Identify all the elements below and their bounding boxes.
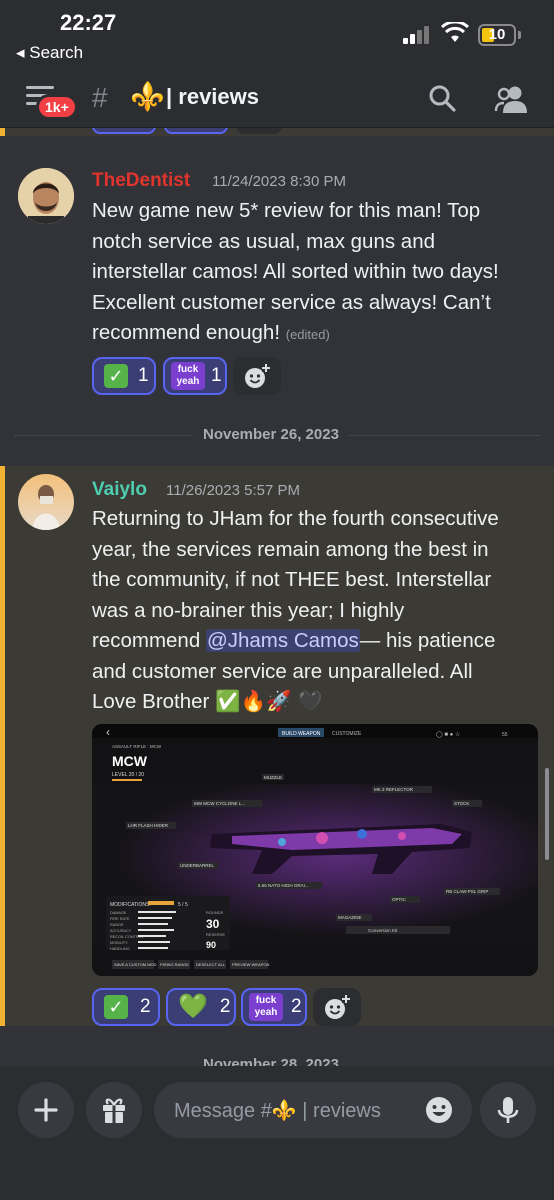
weapon-screenshot: ‹ BUILD WEAPON CUSTOMIZE ASSAULT RIFLE :… <box>92 724 538 976</box>
battery-level: 10 <box>488 26 506 43</box>
svg-text:DESELECT ALL: DESELECT ALL <box>196 962 226 967</box>
message-text: New game new 5* review for this man! Top… <box>92 199 499 344</box>
add-reaction-button[interactable] <box>233 357 281 395</box>
user-photo <box>18 168 74 224</box>
unread-badge: 1k+ <box>36 94 78 120</box>
svg-text:Conversion Kit: Conversion Kit <box>368 928 398 933</box>
avatar[interactable] <box>18 168 74 224</box>
clock: 22:27 <box>60 10 117 35</box>
gift-button[interactable] <box>86 1082 142 1138</box>
check-emoji: ✓ <box>104 364 128 388</box>
weapon-name: MCW <box>112 753 148 769</box>
message-input[interactable]: Message #⚜️ | reviews <box>154 1082 472 1138</box>
voice-message-button[interactable] <box>480 1082 536 1138</box>
wifi-icon <box>441 22 469 42</box>
search-icon[interactable] <box>428 84 456 112</box>
add-reaction-icon <box>245 364 270 388</box>
fleur-de-lis-emoji: ⚜️ <box>130 81 165 112</box>
reaction-check[interactable]: ✓ 1 <box>92 357 156 395</box>
svg-text:RB CLAW-PSL GRIP: RB CLAW-PSL GRIP <box>446 889 488 894</box>
green-heart-emoji: 💚 <box>178 993 208 1020</box>
svg-text:55: 55 <box>502 732 508 738</box>
svg-text:ACCURACY: ACCURACY <box>110 929 132 933</box>
image-attachment[interactable]: ‹ BUILD WEAPON CUSTOMIZE ASSAULT RIFLE :… <box>92 724 538 976</box>
svg-text:MW MCW CYCLONE L...: MW MCW CYCLONE L... <box>194 801 245 806</box>
svg-text:CUSTOMIZE: CUSTOMIZE <box>332 731 362 737</box>
username[interactable]: Vaiylo <box>92 479 147 501</box>
reaction-check[interactable]: ✓ 2 <box>92 988 160 1026</box>
user-photo <box>18 474 74 530</box>
add-reaction-icon <box>325 995 350 1019</box>
edited-tag: (edited) <box>285 327 330 342</box>
svg-text:LEVEL 20 / 20: LEVEL 20 / 20 <box>112 772 144 778</box>
channel-title[interactable]: | reviews <box>166 84 259 110</box>
scrollbar[interactable] <box>545 768 549 860</box>
svg-text:UNDERBARREL: UNDERBARREL <box>180 863 215 868</box>
svg-text:RESERVE: RESERVE <box>206 932 225 937</box>
timestamp: 11/26/2023 5:57 PM <box>166 482 300 499</box>
message-list[interactable]: TheDentist 11/24/2023 8:30 PM New game n… <box>0 128 554 1066</box>
user-mention[interactable]: @Jhams Camos <box>205 629 360 652</box>
avatar[interactable] <box>18 474 74 530</box>
svg-text:◯ ■ ● ☆: ◯ ■ ● ☆ <box>436 731 460 738</box>
emoji-picker-icon[interactable] <box>424 1095 454 1125</box>
svg-text:MUZZLE: MUZZLE <box>264 775 282 780</box>
svg-text:MK.3 REFLECTOR: MK.3 REFLECTOR <box>374 787 414 792</box>
check-emoji: ✓ <box>104 995 128 1019</box>
svg-text:ROUNDS: ROUNDS <box>206 910 224 915</box>
add-reaction-button[interactable] <box>313 988 361 1026</box>
plus-icon <box>34 1098 58 1122</box>
message-composer: Message #⚜️ | reviews <box>0 1066 554 1200</box>
gift-icon <box>103 1098 125 1123</box>
custom-emoji: fuck yeah <box>249 993 283 1021</box>
svg-text:STOCK: STOCK <box>454 801 469 806</box>
battery-icon: 10 <box>478 24 516 46</box>
custom-emoji: fuck yeah <box>171 362 205 390</box>
reaction-green-heart[interactable]: 💚 2 <box>166 988 236 1026</box>
svg-text:5.56 NATO HIGH GRAI...: 5.56 NATO HIGH GRAI... <box>258 883 309 888</box>
channel-header: 1k+ # ⚜️ | reviews <box>0 70 554 128</box>
reaction-custom[interactable]: fuck yeah 2 <box>241 988 307 1026</box>
svg-text:FIRING RANGE: FIRING RANGE <box>160 962 189 967</box>
svg-text:ASSAULT RIFLE : MCW: ASSAULT RIFLE : MCW <box>112 744 162 749</box>
svg-text:‹: ‹ <box>106 725 110 739</box>
svg-text:MODIFICATIONS:: MODIFICATIONS: <box>110 902 151 908</box>
svg-text:RANGE: RANGE <box>110 923 124 927</box>
status-bar: 22:27 ◂ Search 10 <box>0 0 554 70</box>
svg-text:5 / 5: 5 / 5 <box>178 902 188 908</box>
svg-text:DAMAGE: DAMAGE <box>110 911 127 915</box>
svg-text:OPTIC: OPTIC <box>392 897 407 902</box>
username[interactable]: TheDentist <box>92 170 190 192</box>
microphone-icon <box>497 1097 519 1123</box>
svg-text:SAVE A CUSTOM MOD: SAVE A CUSTOM MOD <box>114 962 157 967</box>
svg-text:30: 30 <box>206 917 220 931</box>
back-to-search-link[interactable]: ◂ Search <box>16 43 83 63</box>
svg-text:HANDLING: HANDLING <box>110 947 130 951</box>
timestamp: 11/24/2023 8:30 PM <box>212 173 346 190</box>
svg-text:MOBILITY: MOBILITY <box>110 941 128 945</box>
svg-text:LHR FLASH HIDER: LHR FLASH HIDER <box>128 823 169 828</box>
svg-text:MAGAZINE: MAGAZINE <box>338 915 362 920</box>
svg-text:PREVIEW WEAPON: PREVIEW WEAPON <box>232 962 269 967</box>
tab-build-weapon: BUILD WEAPON <box>282 731 321 737</box>
add-attachment-button[interactable] <box>18 1082 74 1138</box>
members-icon[interactable] <box>494 84 528 114</box>
hash-icon: # <box>92 82 108 113</box>
message-text: Returning to JHam for the fourth consecu… <box>92 507 499 713</box>
svg-text:FIRE RATE: FIRE RATE <box>110 917 130 921</box>
message-placeholder: Message #⚜️ | reviews <box>174 1100 381 1122</box>
reaction-custom[interactable]: fuck yeah 1 <box>163 357 227 395</box>
cellular-signal-icon <box>403 26 433 44</box>
svg-text:90: 90 <box>206 940 216 950</box>
